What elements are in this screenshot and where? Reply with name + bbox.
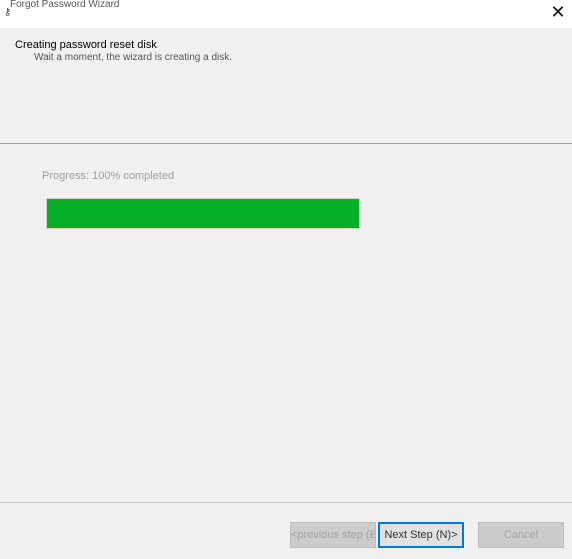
header-divider [0,143,572,144]
cancel-button[interactable]: Cancel [478,522,564,548]
footer-divider [0,502,572,503]
close-button[interactable]: ✕ [544,0,572,26]
window-title: Forgot Password Wizard [10,0,120,10]
close-icon: ✕ [550,2,566,22]
wizard-header: Creating password reset disk Wait a mome… [0,28,572,142]
progress-bar [46,198,360,229]
next-step-button[interactable]: Next Step (N)> [378,522,464,548]
step-description: Wait a moment, the wizard is creating a … [34,52,233,63]
progress-label: Progress: 100% completed [42,170,175,182]
title-bar: ⚷ Forgot Password Wizard ✕ [0,0,572,28]
step-title: Creating password reset disk [15,39,157,51]
previous-step-button[interactable]: <previous step (B) [290,522,376,548]
progress-fill [47,199,359,228]
